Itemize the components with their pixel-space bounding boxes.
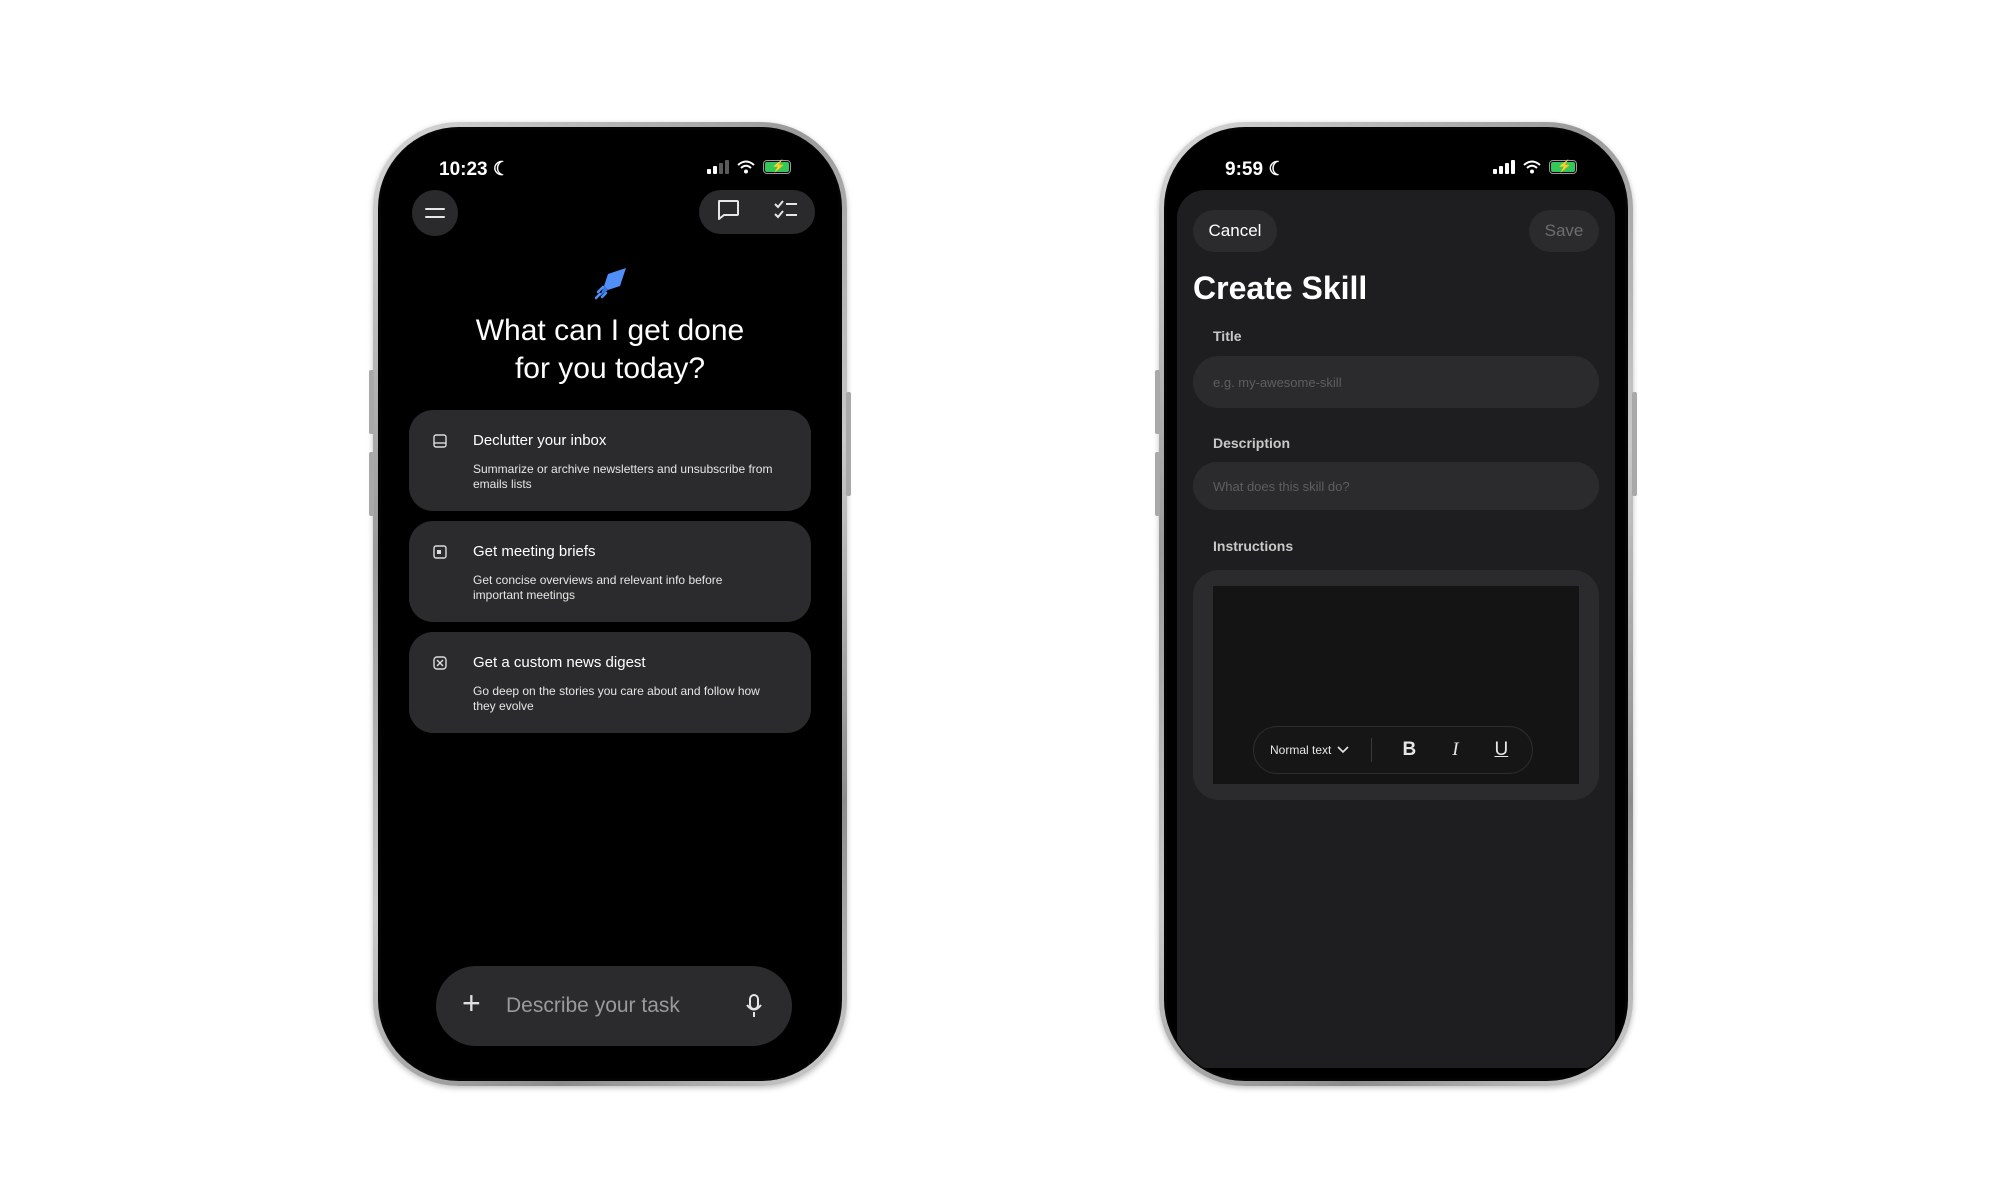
moon-icon: ☾ (1268, 159, 1286, 180)
side-button (369, 452, 374, 516)
page-title: What can I get done for you today? (475, 314, 745, 385)
page-title: Create Skill (1193, 270, 1368, 306)
side-button (1632, 392, 1637, 496)
screen-create-skill: 9:59 ☾ ⚡ Cancel Save Create Skill Title … (1167, 130, 1625, 1078)
bold-button[interactable]: B (1386, 739, 1432, 761)
suggestion-title: Get meeting briefs (473, 543, 596, 560)
toolbar-divider (1371, 738, 1373, 762)
text-style-select[interactable]: Normal text (1270, 743, 1349, 757)
battery-icon: ⚡ (1549, 159, 1577, 174)
suggestion-list: Declutter your inbox Summarize or archiv… (409, 410, 811, 743)
suggestion-card-meetings[interactable]: Get meeting briefs Get concise overviews… (409, 521, 811, 622)
calendar-icon (433, 545, 447, 559)
tasks-button[interactable] (773, 199, 799, 226)
add-icon[interactable]: + (462, 985, 481, 1022)
menu-button[interactable] (412, 190, 458, 236)
status-time: 10:23 ☾ (439, 159, 510, 180)
side-button (846, 392, 851, 496)
wifi-icon (737, 160, 755, 174)
microphone-icon[interactable] (746, 994, 762, 1018)
instructions-editor-container: Normal text B I U (1193, 570, 1599, 800)
suggestion-description: Summarize or archive newsletters and uns… (473, 462, 773, 491)
chat-bubble-icon (717, 199, 739, 220)
instructions-label: Instructions (1213, 538, 1294, 554)
side-button (1155, 452, 1160, 516)
checklist-icon (773, 199, 797, 218)
instructions-editor[interactable]: Normal text B I U (1213, 586, 1579, 784)
suggestion-card-inbox[interactable]: Declutter your inbox Summarize or archiv… (409, 410, 811, 511)
cancel-button[interactable]: Cancel (1193, 210, 1277, 252)
suggestion-description: Go deep on the stories you care about an… (473, 684, 760, 713)
task-input-bar: + (436, 966, 792, 1046)
suggestion-description: Get concise overviews and relevant info … (473, 573, 723, 602)
suggestion-title: Declutter your inbox (473, 432, 607, 449)
create-skill-sheet: Cancel Save Create Skill Title Descripti… (1177, 190, 1615, 1068)
side-button (1155, 370, 1160, 434)
underline-button[interactable]: U (1478, 739, 1524, 761)
phone-right: 9:59 ☾ ⚡ Cancel Save Create Skill Title … (1155, 122, 1637, 1086)
description-field[interactable] (1193, 462, 1599, 510)
battery-icon: ⚡ (763, 159, 791, 174)
italic-button[interactable]: I (1432, 739, 1478, 761)
wifi-icon (1523, 160, 1541, 174)
task-input[interactable] (506, 992, 726, 1020)
suggestion-card-news[interactable]: Get a custom news digest Go deep on the … (409, 632, 811, 733)
rocket-icon (594, 266, 628, 305)
description-label: Description (1213, 435, 1291, 451)
cellular-signal-icon (1493, 160, 1515, 174)
chevron-down-icon (1337, 746, 1349, 754)
suggestion-title: Get a custom news digest (473, 654, 646, 671)
news-icon (433, 656, 447, 670)
moon-icon: ☾ (492, 159, 510, 180)
title-field[interactable] (1193, 356, 1599, 408)
status-bar: 10:23 ☾ ⚡ (381, 156, 839, 186)
phone-left: 10:23 ☾ ⚡ What can I get done for you to… (369, 122, 851, 1086)
inbox-icon (433, 434, 447, 448)
hamburger-menu-icon (425, 208, 445, 218)
title-label: Title (1213, 328, 1242, 344)
screen-home: 10:23 ☾ ⚡ What can I get done for you to… (381, 130, 839, 1078)
cellular-signal-icon (707, 160, 729, 174)
status-bar: 9:59 ☾ ⚡ (1167, 156, 1625, 186)
formatting-toolbar: Normal text B I U (1253, 726, 1533, 774)
header-actions (699, 190, 815, 234)
save-button[interactable]: Save (1529, 210, 1599, 252)
chat-button[interactable] (716, 199, 740, 226)
status-time: 9:59 ☾ (1225, 159, 1286, 180)
side-button (369, 370, 374, 434)
